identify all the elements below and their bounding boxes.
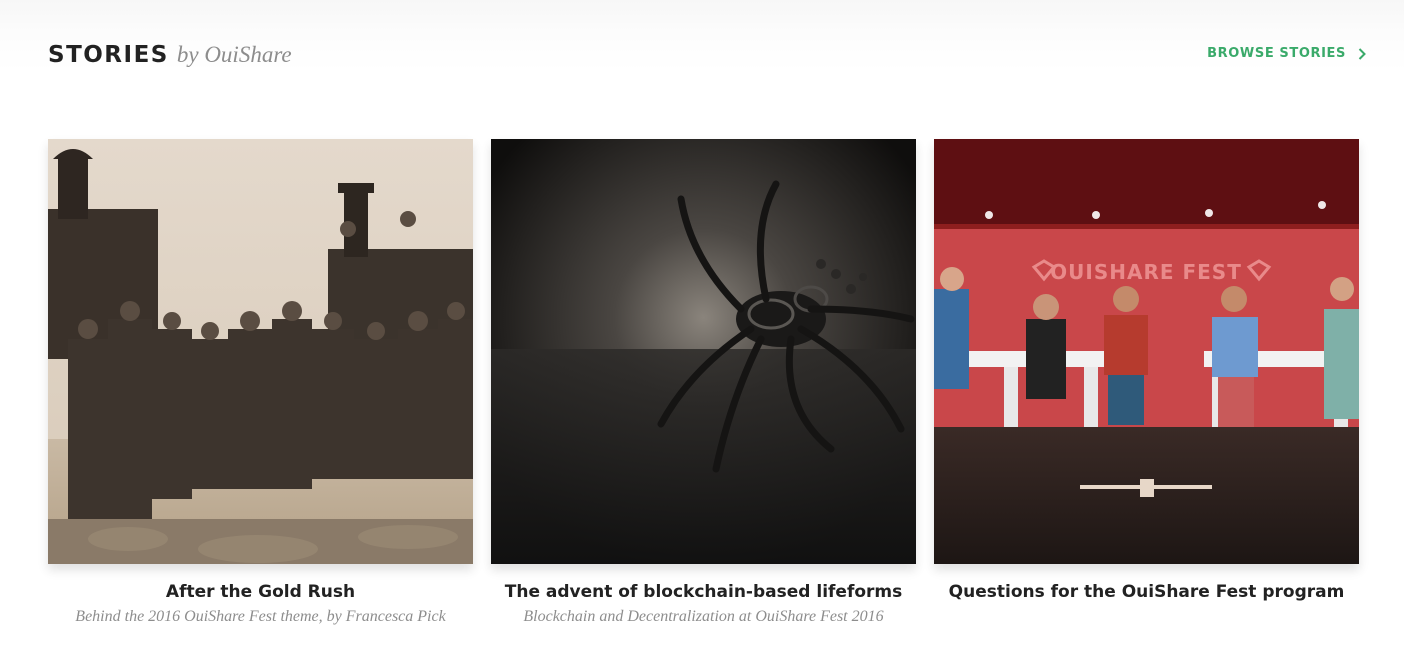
story-subtitle: Blockchain and Decentralization at OuiSh…	[523, 608, 884, 625]
story-image-gold-rush	[48, 139, 473, 564]
story-image-fest-program: OUISHARE FEST	[934, 139, 1359, 564]
browse-stories-link[interactable]: BROWSE STORIES	[1207, 46, 1366, 61]
story-image-blockchain-lifeforms	[491, 139, 916, 564]
section-byline: by OuiShare	[176, 42, 292, 67]
story-title: The advent of blockchain-based lifeforms	[504, 582, 903, 602]
section-title: STORIES	[48, 42, 169, 68]
story-card-fest-program[interactable]: OUISHARE FEST Questions for the OuiShare…	[934, 139, 1359, 608]
story-title: Questions for the OuiShare Fest program	[948, 582, 1345, 602]
story-subtitle: Behind the 2016 OuiShare Fest theme, by …	[75, 608, 446, 625]
chevron-right-icon	[1358, 47, 1366, 60]
story-card-blockchain-lifeforms[interactable]: The advent of blockchain-based lifeforms…	[491, 139, 916, 626]
stage-sign: OUISHARE FEST	[1050, 260, 1242, 284]
browse-stories-label: BROWSE STORIES	[1207, 46, 1346, 61]
story-card-gold-rush[interactable]: After the Gold Rush Behind the 2016 OuiS…	[48, 139, 473, 626]
section-heading: STORIES by OuiShare	[48, 42, 292, 74]
story-title: After the Gold Rush	[165, 582, 356, 602]
